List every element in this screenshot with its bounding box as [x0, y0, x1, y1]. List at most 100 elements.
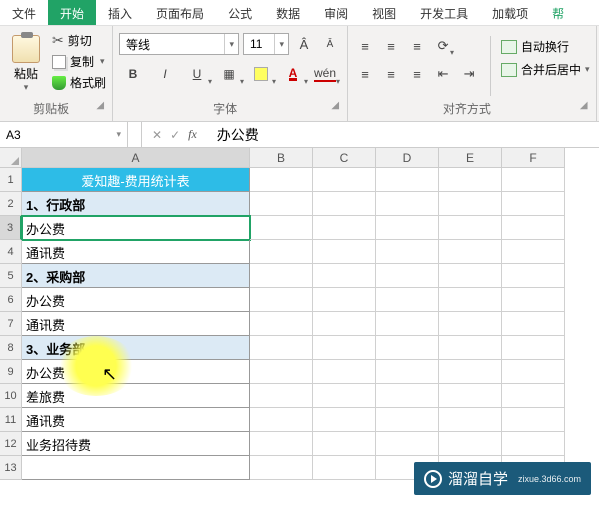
dialog-launcher-icon[interactable]: ◢ [96, 100, 104, 111]
cell[interactable]: 通讯费 [22, 312, 250, 336]
menu-insert[interactable]: 插入 [96, 0, 144, 25]
menu-data[interactable]: 数据 [264, 0, 312, 25]
decrease-font-button[interactable]: Ǎ [319, 33, 341, 55]
font-name-combo[interactable]: 等线 ▾ [119, 33, 239, 55]
row-header[interactable]: 10 [0, 384, 22, 408]
column-header[interactable]: E [439, 148, 502, 168]
column-header[interactable]: C [313, 148, 376, 168]
paste-button[interactable]: 粘贴 ▾ [6, 30, 46, 98]
cell[interactable] [313, 240, 376, 264]
menu-dev[interactable]: 开发工具 [408, 0, 480, 25]
dialog-launcher-icon[interactable]: ◢ [331, 100, 339, 111]
cell[interactable] [502, 360, 565, 384]
row-header[interactable]: 13 [0, 456, 22, 480]
cell[interactable] [376, 312, 439, 336]
cell[interactable] [376, 288, 439, 312]
cell[interactable]: 差旅费 [22, 384, 250, 408]
row-header[interactable]: 9 [0, 360, 22, 384]
cell[interactable] [439, 192, 502, 216]
cell[interactable] [439, 264, 502, 288]
cell[interactable] [502, 336, 565, 360]
cancel-icon[interactable]: ✕ [152, 128, 162, 142]
align-middle-button[interactable]: ≡ [380, 35, 402, 57]
row-header[interactable]: 2 [0, 192, 22, 216]
cell[interactable] [313, 408, 376, 432]
menu-home[interactable]: 开始 [48, 0, 96, 25]
align-center-button[interactable]: ≡ [380, 63, 402, 85]
cell[interactable]: 爱知趣-费用统计表 [22, 168, 250, 192]
menu-addin[interactable]: 加载项 [480, 0, 540, 25]
cell[interactable] [250, 360, 313, 384]
cell[interactable] [22, 456, 250, 480]
cell[interactable] [439, 240, 502, 264]
cell[interactable] [502, 408, 565, 432]
row-header[interactable]: 6 [0, 288, 22, 312]
font-color-button[interactable]: A▾ [279, 63, 307, 85]
cell[interactable] [376, 216, 439, 240]
phonetic-button[interactable]: wén▾ [311, 63, 339, 85]
cell[interactable] [250, 192, 313, 216]
menu-layout[interactable]: 页面布局 [144, 0, 216, 25]
cell[interactable]: 办公费 [22, 216, 250, 240]
chevron-down-icon[interactable]: ▾ [274, 34, 288, 54]
name-box[interactable]: ▾ [0, 122, 128, 147]
cell[interactable] [313, 456, 376, 480]
row-header[interactable]: 12 [0, 432, 22, 456]
row-header[interactable]: 8 [0, 336, 22, 360]
cell[interactable] [376, 336, 439, 360]
cell[interactable]: 业务招待费 [22, 432, 250, 456]
column-header[interactable]: B [250, 148, 313, 168]
cell[interactable] [502, 288, 565, 312]
dialog-launcher-icon[interactable]: ◢ [580, 100, 588, 111]
font-size-combo[interactable]: 11 ▾ [243, 33, 289, 55]
fx-icon[interactable]: fx [188, 127, 197, 142]
cell[interactable] [313, 192, 376, 216]
cell[interactable] [313, 432, 376, 456]
increase-indent-button[interactable]: ⇥ [458, 63, 480, 85]
cell[interactable] [250, 336, 313, 360]
row-header[interactable]: 11 [0, 408, 22, 432]
cell[interactable] [376, 408, 439, 432]
cell[interactable] [250, 408, 313, 432]
cell[interactable]: 通讯费 [22, 240, 250, 264]
cell[interactable] [439, 312, 502, 336]
cell[interactable] [376, 168, 439, 192]
select-all-button[interactable] [0, 148, 22, 168]
cell[interactable] [439, 360, 502, 384]
cell[interactable]: 2、采购部 [22, 264, 250, 288]
column-header[interactable]: A [22, 148, 250, 168]
menu-view[interactable]: 视图 [360, 0, 408, 25]
wrap-text-button[interactable]: 自动换行 [501, 38, 590, 55]
cell[interactable] [502, 432, 565, 456]
menu-formula[interactable]: 公式 [216, 0, 264, 25]
cell[interactable] [250, 456, 313, 480]
cell[interactable]: 3、业务部 [22, 336, 250, 360]
cell[interactable] [313, 384, 376, 408]
border-button[interactable]: ▦▾ [215, 63, 243, 85]
cell[interactable] [376, 264, 439, 288]
cell[interactable] [376, 240, 439, 264]
cell[interactable] [313, 168, 376, 192]
align-left-button[interactable]: ≡ [354, 63, 376, 85]
column-header[interactable]: F [502, 148, 565, 168]
row-header[interactable]: 7 [0, 312, 22, 336]
cell[interactable] [439, 408, 502, 432]
cell[interactable] [313, 360, 376, 384]
decrease-indent-button[interactable]: ⇤ [432, 63, 454, 85]
cell[interactable] [502, 264, 565, 288]
align-right-button[interactable]: ≡ [406, 63, 428, 85]
menu-review[interactable]: 审阅 [312, 0, 360, 25]
cell[interactable] [439, 336, 502, 360]
cell[interactable] [439, 384, 502, 408]
cell[interactable] [250, 312, 313, 336]
underline-button[interactable]: U▾ [183, 63, 211, 85]
fill-color-button[interactable]: ▾ [247, 63, 275, 85]
cell[interactable]: 1、行政部 [22, 192, 250, 216]
cell[interactable] [439, 288, 502, 312]
cell[interactable]: 办公费 [22, 360, 250, 384]
cell[interactable] [313, 312, 376, 336]
copy-button[interactable]: 复制 ▾ [52, 53, 106, 70]
menu-help[interactable]: 帮 [540, 0, 576, 25]
row-header[interactable]: 1 [0, 168, 22, 192]
menu-file[interactable]: 文件 [0, 0, 48, 25]
